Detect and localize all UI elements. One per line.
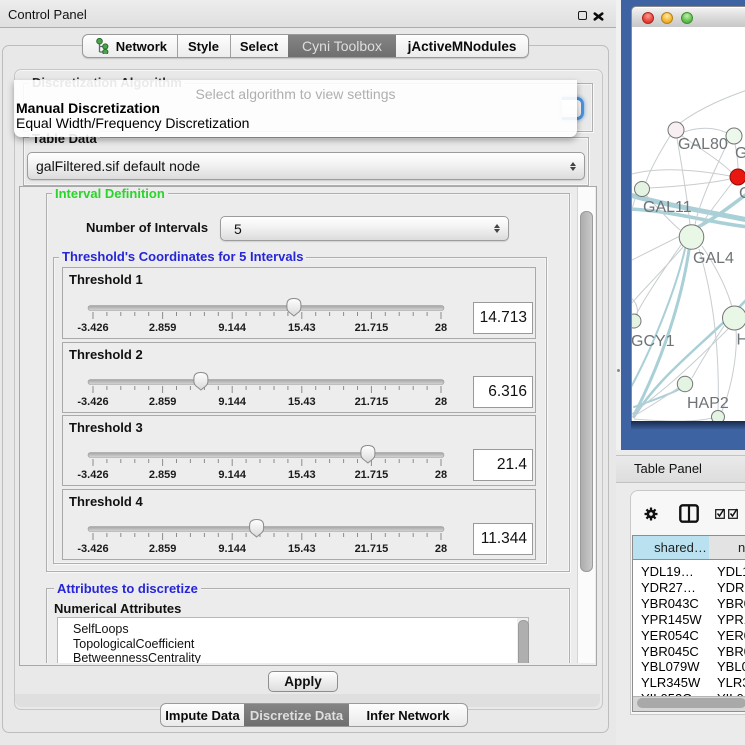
svg-text:H: H xyxy=(737,332,745,349)
svg-text:28: 28 xyxy=(435,469,447,481)
svg-text:28: 28 xyxy=(435,543,447,555)
svg-text:-3.426: -3.426 xyxy=(77,469,108,481)
svg-text:15.43: 15.43 xyxy=(288,322,316,334)
svg-text:15.43: 15.43 xyxy=(288,469,316,481)
svg-text:9.144: 9.144 xyxy=(218,543,246,555)
svg-text:21.715: 21.715 xyxy=(355,543,389,555)
svg-text:2.859: 2.859 xyxy=(149,322,177,334)
svg-text:GAL11: GAL11 xyxy=(643,199,692,216)
svg-text:-3.426: -3.426 xyxy=(77,396,108,408)
svg-text:2.859: 2.859 xyxy=(149,396,177,408)
svg-text:2.859: 2.859 xyxy=(149,543,177,555)
svg-text:9.144: 9.144 xyxy=(218,322,246,334)
svg-text:9.144: 9.144 xyxy=(218,469,246,481)
svg-text:GAL80: GAL80 xyxy=(678,136,728,153)
svg-text:9.144: 9.144 xyxy=(218,396,246,408)
svg-text:GCY1: GCY1 xyxy=(632,333,675,350)
svg-text:HAP2: HAP2 xyxy=(687,395,729,412)
svg-text:21.715: 21.715 xyxy=(355,469,389,481)
svg-text:CY: CY xyxy=(739,185,745,202)
svg-text:21.715: 21.715 xyxy=(355,396,389,408)
svg-text:21.715: 21.715 xyxy=(355,322,389,334)
svg-text:GA: GA xyxy=(735,145,745,162)
svg-text:28: 28 xyxy=(435,396,447,408)
svg-text:15.43: 15.43 xyxy=(288,396,316,408)
svg-text:2.859: 2.859 xyxy=(149,469,177,481)
svg-text:-3.426: -3.426 xyxy=(77,322,108,334)
svg-text:-3.426: -3.426 xyxy=(77,543,108,555)
svg-text:28: 28 xyxy=(435,322,447,334)
svg-text:15.43: 15.43 xyxy=(288,543,316,555)
svg-text:GAL4: GAL4 xyxy=(693,250,734,267)
